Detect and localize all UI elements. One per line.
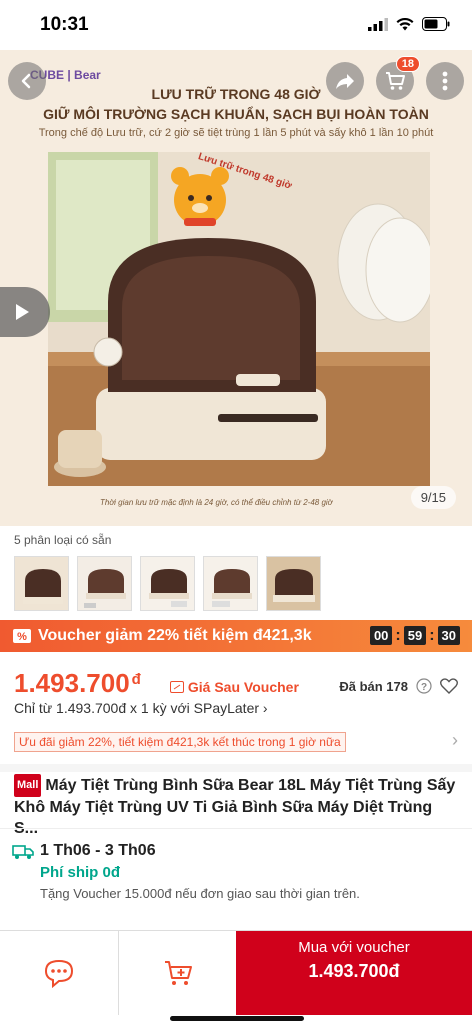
installment-info[interactable]: Chỉ từ 1.493.700đ x 1 kỳ với SPayLater › (14, 700, 268, 716)
price-section: 1.493.700 đ Giá Sau Voucher Đã bán 178 ? … (0, 652, 472, 764)
chat-icon (44, 959, 74, 988)
chat-button[interactable] (0, 931, 118, 1015)
svg-text:?: ? (421, 682, 427, 693)
promo-chip[interactable]: Ưu đãi giảm 22%, tiết kiệm đ421,3k kết t… (14, 732, 346, 752)
hero-topbar: 18 (0, 56, 472, 106)
battery-icon (422, 17, 450, 31)
voucher-icon: % (13, 629, 31, 643)
voucher-text: Voucher giảm 22% tiết kiệm đ421,3k (38, 627, 312, 644)
countdown-timer: 00 : 59 : 30 (369, 626, 460, 645)
variant-thumb-5[interactable] (266, 556, 321, 611)
voucher-ticket-icon (170, 681, 184, 693)
product-image-carousel[interactable]: CUBE | Bear LƯU TRỮ TRONG 48 GIỜ GIỮ MÔI… (0, 50, 472, 526)
cart-count-badge: 18 (395, 56, 420, 72)
after-voucher-label: Giá Sau Voucher (170, 679, 299, 695)
truck-icon (12, 845, 34, 859)
more-button[interactable] (426, 62, 464, 100)
price-value: 1.493.700 đ (14, 668, 141, 698)
cart-button[interactable]: 18 (376, 56, 420, 100)
timer-seconds: 30 (437, 626, 460, 645)
product-title-section: Mall Máy Tiệt Trùng Bình Sữa Bear 18L Máy… (0, 772, 472, 837)
buy-price: 1.493.700đ (308, 961, 400, 981)
price-currency: đ (131, 671, 141, 688)
share-icon (336, 74, 354, 89)
voucher-flash-bar[interactable]: % Voucher giảm 22% tiết kiệm đ421,3k 00 … (0, 620, 472, 652)
shipping-date: 1 Th06 - 3 Th06 (40, 842, 156, 859)
heart-icon[interactable] (440, 678, 458, 694)
variant-section: 5 phân loại có sẵn (0, 530, 472, 618)
bottom-action-bar: Mua với voucher 1.493.700đ (0, 930, 472, 1015)
shipping-fee: Phí ship 0đ (40, 864, 121, 881)
signal-icon (368, 17, 388, 31)
hero-title-line2: GIỮ MÔI TRƯỜNG SẠCH KHUẨN, SẠCH BỤI HOÀN… (43, 106, 429, 122)
shipping-note: Tặng Voucher 15.000đ nếu đơn giao sau th… (40, 886, 360, 901)
help-icon[interactable]: ? (416, 678, 432, 694)
svg-text:%: % (17, 631, 27, 643)
add-to-cart-icon (164, 961, 192, 985)
variant-thumb-4[interactable] (203, 556, 258, 611)
timer-hours: 00 (369, 626, 393, 645)
chevron-right-icon: › (262, 700, 268, 716)
shipping-section[interactable]: 1 Th06 - 3 Th06 Phí ship 0đ Tặng Voucher… (0, 836, 472, 912)
variant-thumb-3[interactable] (140, 556, 195, 611)
add-to-cart-button[interactable] (118, 931, 236, 1015)
product-photo: Lưu trữ trong 48 giờ (48, 152, 430, 486)
wifi-icon (396, 17, 414, 30)
share-button[interactable] (326, 62, 364, 100)
product-title: Mall Máy Tiệt Trùng Bình Sữa Bear 18L Máy… (14, 774, 460, 839)
sold-count: Đã bán 178 ? (339, 678, 458, 694)
sterilizer-illustration (48, 152, 430, 486)
cart-icon (386, 72, 405, 90)
mall-badge: Mall (14, 774, 42, 797)
play-video-button[interactable] (0, 287, 50, 337)
hero-subtitle: Trong chế độ Lưu trữ, cứ 2 giờ sẽ tiệt t… (38, 127, 434, 139)
chevron-right-icon[interactable]: › (452, 730, 458, 751)
home-indicator (170, 1016, 304, 1021)
status-time: 10:31 (40, 14, 89, 35)
divider (0, 828, 472, 829)
image-page-counter: 9/15 (410, 486, 456, 509)
hero-caption: Thời gian lưu trữ mặc định là 24 giờ, có… (100, 498, 333, 507)
timer-minutes: 59 (403, 626, 427, 645)
buy-label: Mua với voucher (298, 939, 410, 956)
status-icons (368, 17, 450, 31)
play-icon (16, 304, 29, 320)
variants-label: 5 phân loại có sẵn (14, 533, 112, 547)
divider (0, 764, 472, 772)
back-arrow-icon (21, 73, 31, 89)
status-bar: 10:31 (0, 0, 472, 50)
buy-with-voucher-button[interactable]: Mua với voucher 1.493.700đ (236, 931, 472, 1015)
variant-thumb-1[interactable] (14, 556, 69, 611)
variant-thumb-2[interactable] (77, 556, 132, 611)
more-icon (442, 71, 448, 91)
back-button[interactable] (8, 62, 46, 100)
